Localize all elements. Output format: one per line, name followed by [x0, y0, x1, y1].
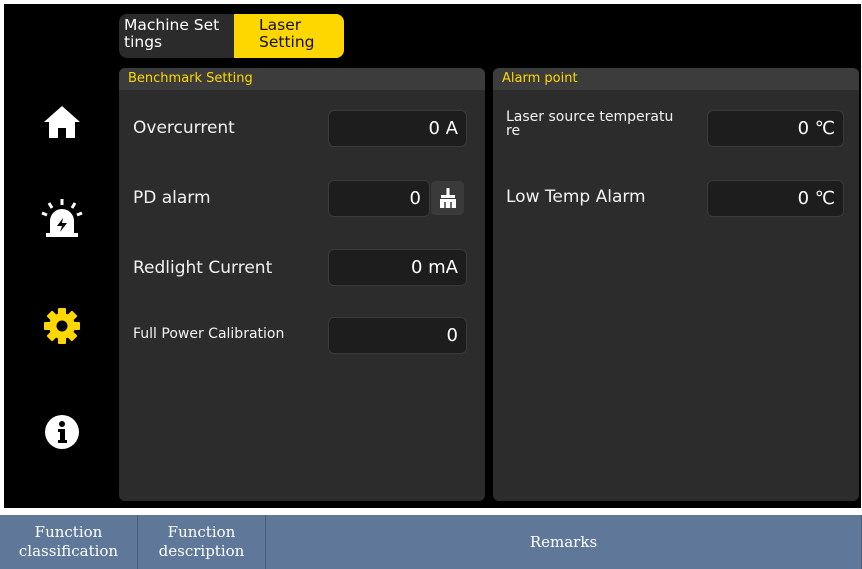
- info-icon: [45, 415, 79, 449]
- full-power-calibration-label: Full Power Calibration: [133, 326, 285, 342]
- alarm-icon: [41, 199, 83, 237]
- full-power-calibration-field[interactable]: 0: [328, 317, 467, 354]
- nav-alarm[interactable]: [40, 196, 84, 240]
- laser-source-temperature-field[interactable]: 0 ℃: [707, 110, 844, 147]
- tab-laser-setting[interactable]: Laser Setting: [234, 14, 344, 58]
- table-header-description: Function description: [138, 515, 266, 569]
- low-temp-alarm-field[interactable]: 0 ℃: [707, 180, 844, 217]
- benchmark-panel: Benchmark Setting Overcurrent 0 A PD ala…: [119, 68, 485, 501]
- laser-source-temperature-label: Laser source temperatu re: [506, 109, 674, 139]
- home-icon: [44, 106, 80, 138]
- table-header-classification: Function classification: [0, 515, 138, 569]
- device-screen: Machine Set tings Laser Setting Benchmar…: [4, 4, 861, 508]
- broom-icon: [439, 188, 456, 208]
- tab-machine-settings[interactable]: Machine Set tings: [119, 14, 234, 58]
- clear-button[interactable]: [431, 181, 464, 215]
- overcurrent-label: Overcurrent: [133, 118, 235, 138]
- pd-alarm-label: PD alarm: [133, 188, 211, 208]
- overcurrent-field[interactable]: 0 A: [328, 110, 467, 147]
- tab-bar: Machine Set tings Laser Setting: [119, 14, 344, 58]
- redlight-current-label: Redlight Current: [133, 258, 273, 278]
- low-temp-alarm-label: Low Temp Alarm: [506, 187, 646, 207]
- alarm-panel: Alarm point Laser source temperatu re 0 …: [493, 68, 859, 501]
- nav-home[interactable]: [40, 100, 84, 144]
- redlight-current-field[interactable]: 0 mA: [328, 249, 467, 286]
- benchmark-title: Benchmark Setting: [119, 68, 485, 90]
- sidebar: [4, 4, 116, 508]
- nav-info[interactable]: [40, 410, 84, 454]
- alarm-title: Alarm point: [493, 68, 859, 90]
- nav-settings[interactable]: [40, 304, 84, 348]
- table-header-remarks: Remarks: [266, 515, 862, 569]
- gear-icon: [44, 308, 80, 344]
- pd-alarm-field[interactable]: 0: [328, 180, 430, 217]
